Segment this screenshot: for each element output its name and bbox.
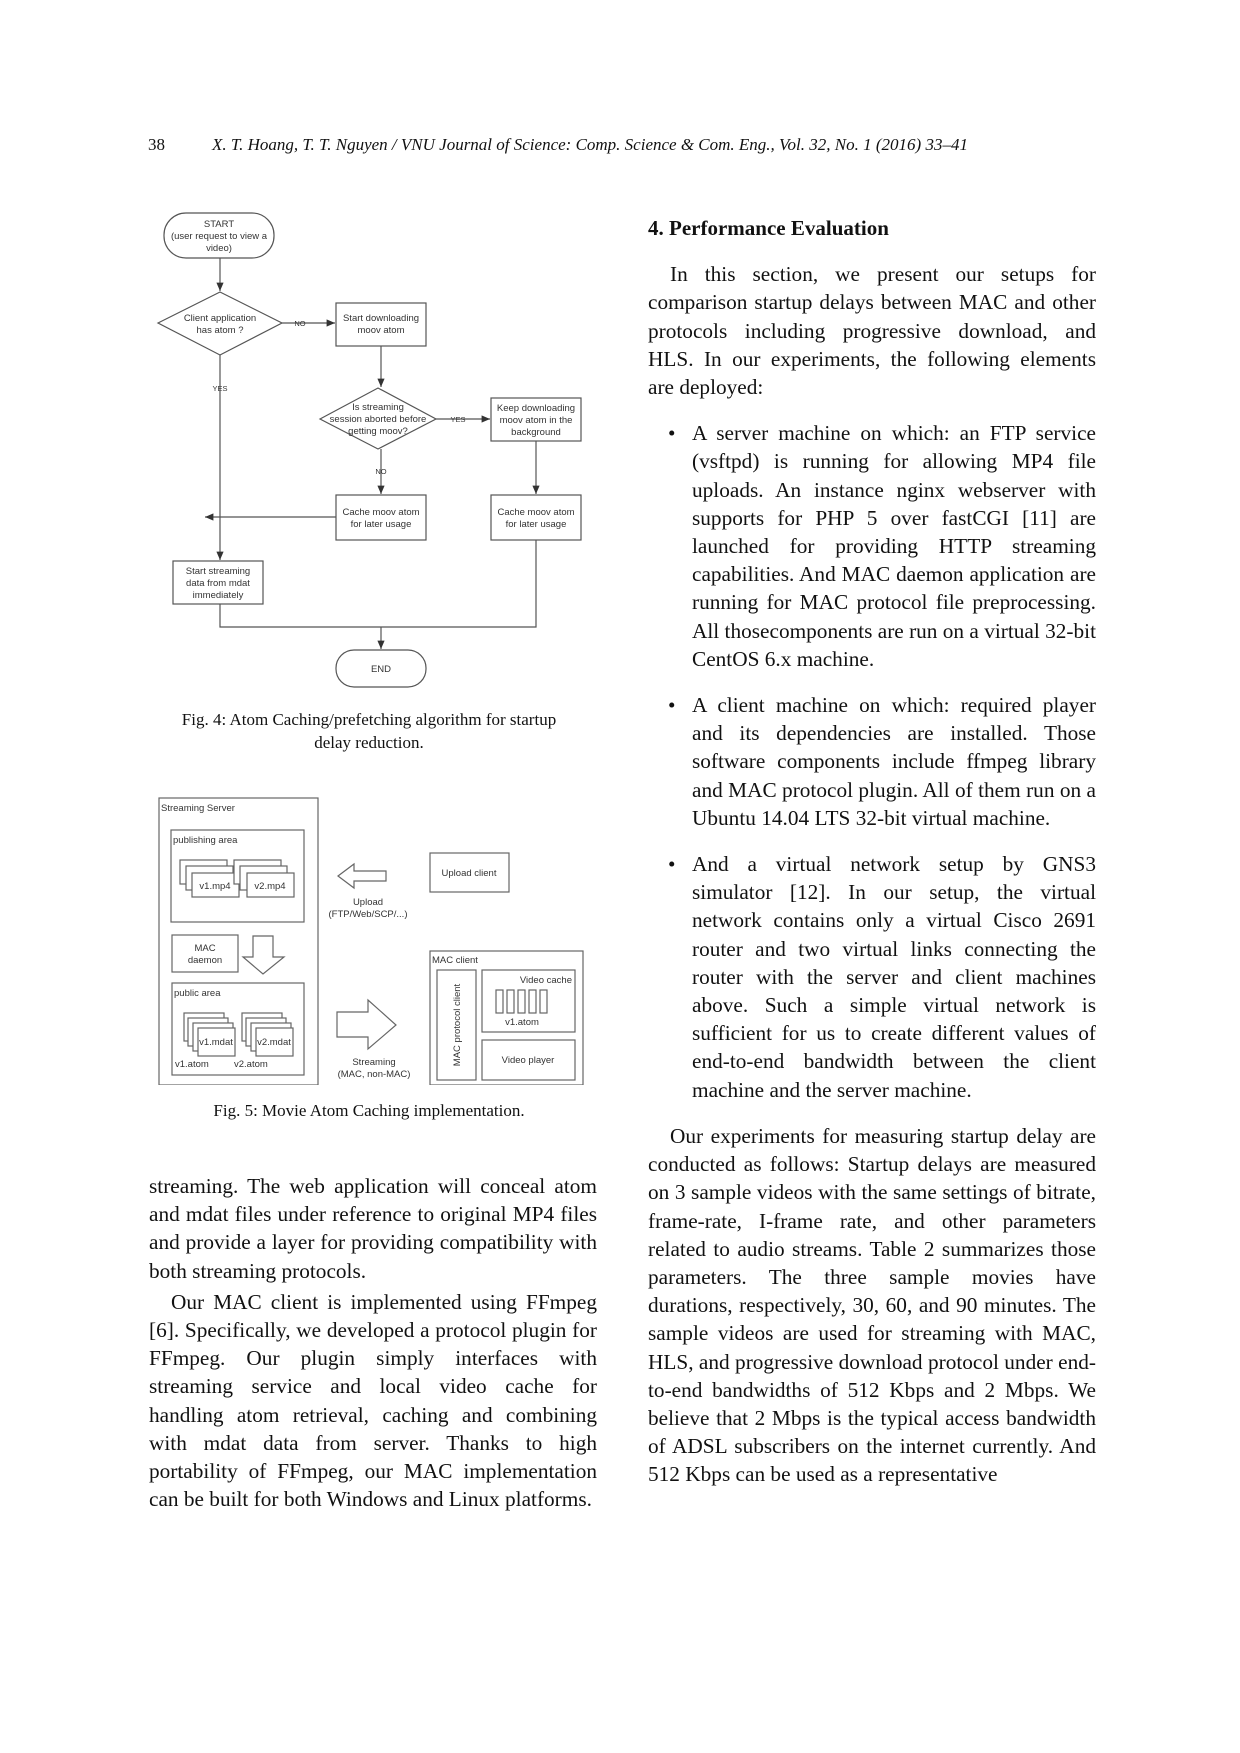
v1-mp4-label: v1.mp4 — [199, 881, 230, 892]
v1-atom-label: v1.atom — [175, 1059, 209, 1070]
upload-arrow-icon — [337, 862, 387, 890]
cache2-label: Cache moov atom — [497, 507, 574, 518]
caption-line: delay reduction. — [314, 733, 424, 752]
decision2-label: Is streaming — [352, 402, 404, 413]
paragraph: Our experiments for measuring startup de… — [648, 1123, 1096, 1487]
decision2-label: session aborted before — [330, 414, 427, 425]
publishing-area-label: publishing area — [173, 835, 238, 846]
caption-line: Fig. 4: Atom Caching/prefetching algorit… — [181, 710, 557, 729]
decision2-label: getting moov? — [348, 426, 408, 437]
figure-5-diagram: Streaming Server publishing area v1.mp4 … — [158, 797, 584, 1085]
streaming-label: (MAC, non-MAC) — [338, 1069, 411, 1080]
cache1-label: Cache moov atom — [342, 507, 419, 518]
mac-client-label: MAC client — [432, 955, 478, 966]
video-cache-label: Video cache — [520, 975, 572, 986]
edge-stream-to-end — [219, 540, 537, 628]
edge-label-yes: YES — [212, 384, 227, 393]
decision1-label: has atom ? — [197, 325, 244, 336]
decision1-label: Client application — [184, 313, 256, 324]
cache-v1-atom-label: v1.atom — [505, 1017, 539, 1028]
edge-label-no: NO — [294, 319, 305, 328]
keep-download-label: moov atom in the — [500, 415, 573, 426]
bullet-icon: • — [668, 852, 676, 877]
list-item: • And a virtual network setup by GNS3 sim… — [668, 850, 1096, 1104]
start-label: (user request to view a — [171, 231, 268, 242]
right-column: 4. Performance Evaluation In this sectio… — [648, 214, 1096, 1489]
start-label: START — [204, 219, 234, 230]
keep-download-label: Keep downloading — [497, 403, 575, 414]
edge-label-yes: YES — [450, 415, 465, 424]
cache1-label: for later usage — [351, 519, 412, 530]
v2-atom-label: v2.atom — [234, 1059, 268, 1070]
bullet-list: • A server machine on which: an FTP servi… — [648, 419, 1096, 1104]
public-area-label: public area — [174, 988, 221, 999]
caption-line: Fig. 5: Movie Atom Caching implementatio… — [213, 1101, 525, 1120]
paragraph: In this section, we present our setups f… — [648, 262, 1096, 400]
stream-label: data from mdat — [186, 578, 250, 589]
streaming-label: Streaming — [352, 1057, 395, 1068]
paragraph: Our MAC client is implemented using FFmp… — [149, 1289, 597, 1512]
paragraph: streaming. The web application will conc… — [149, 1174, 597, 1283]
cache2-label: for later usage — [506, 519, 567, 530]
page-number: 38 — [148, 135, 165, 154]
video-player-label: Video player — [502, 1055, 555, 1066]
list-item-text: A client machine on which: required play… — [692, 693, 1096, 830]
start-label: video) — [206, 243, 232, 254]
section-title: 4. Performance Evaluation — [648, 216, 889, 240]
left-column: streaming. The web application will conc… — [149, 1172, 597, 1513]
mac-daemon-label: MAC — [194, 943, 215, 954]
upload-client-label: Upload client — [442, 868, 497, 879]
figure-4-caption: Fig. 4: Atom Caching/prefetching algorit… — [149, 708, 589, 754]
end-label: END — [371, 664, 391, 675]
edge-label-no: NO — [375, 467, 386, 476]
mac-daemon-label: daemon — [188, 955, 222, 966]
stream-label: immediately — [193, 590, 244, 601]
bullet-icon: • — [668, 421, 676, 446]
down-arrow-icon — [241, 935, 286, 975]
upload-label: Upload — [353, 897, 383, 908]
list-item-text: And a virtual network setup by GNS3 simu… — [692, 852, 1096, 1102]
stream-label: Start streaming — [186, 566, 250, 577]
keep-download-label: background — [511, 427, 561, 438]
list-item-text: A server machine on which: an FTP servic… — [692, 421, 1096, 671]
running-head: X. T. Hoang, T. T. Nguyen / VNU Journal … — [212, 135, 968, 154]
v1-mdat-label: v1.mdat — [199, 1037, 233, 1048]
list-item: • A server machine on which: an FTP servi… — [668, 419, 1096, 673]
figure-4-flowchart: START (user request to view a video) Cli… — [156, 212, 582, 688]
bullet-icon: • — [668, 693, 676, 718]
start-download-label: moov atom — [358, 325, 405, 336]
streaming-server-label: Streaming Server — [161, 803, 235, 814]
figure-5-caption: Fig. 5: Movie Atom Caching implementatio… — [149, 1099, 589, 1122]
v2-mdat-label: v2.mdat — [257, 1037, 291, 1048]
v2-mp4-label: v2.mp4 — [254, 881, 285, 892]
upload-label: (FTP/Web/SCP/...) — [328, 909, 407, 920]
start-download-label: Start downloading — [343, 313, 419, 324]
list-item: • A client machine on which: required pla… — [668, 691, 1096, 832]
mac-protocol-client-label: MAC protocol client — [452, 983, 463, 1066]
streaming-arrow-icon — [336, 998, 397, 1051]
